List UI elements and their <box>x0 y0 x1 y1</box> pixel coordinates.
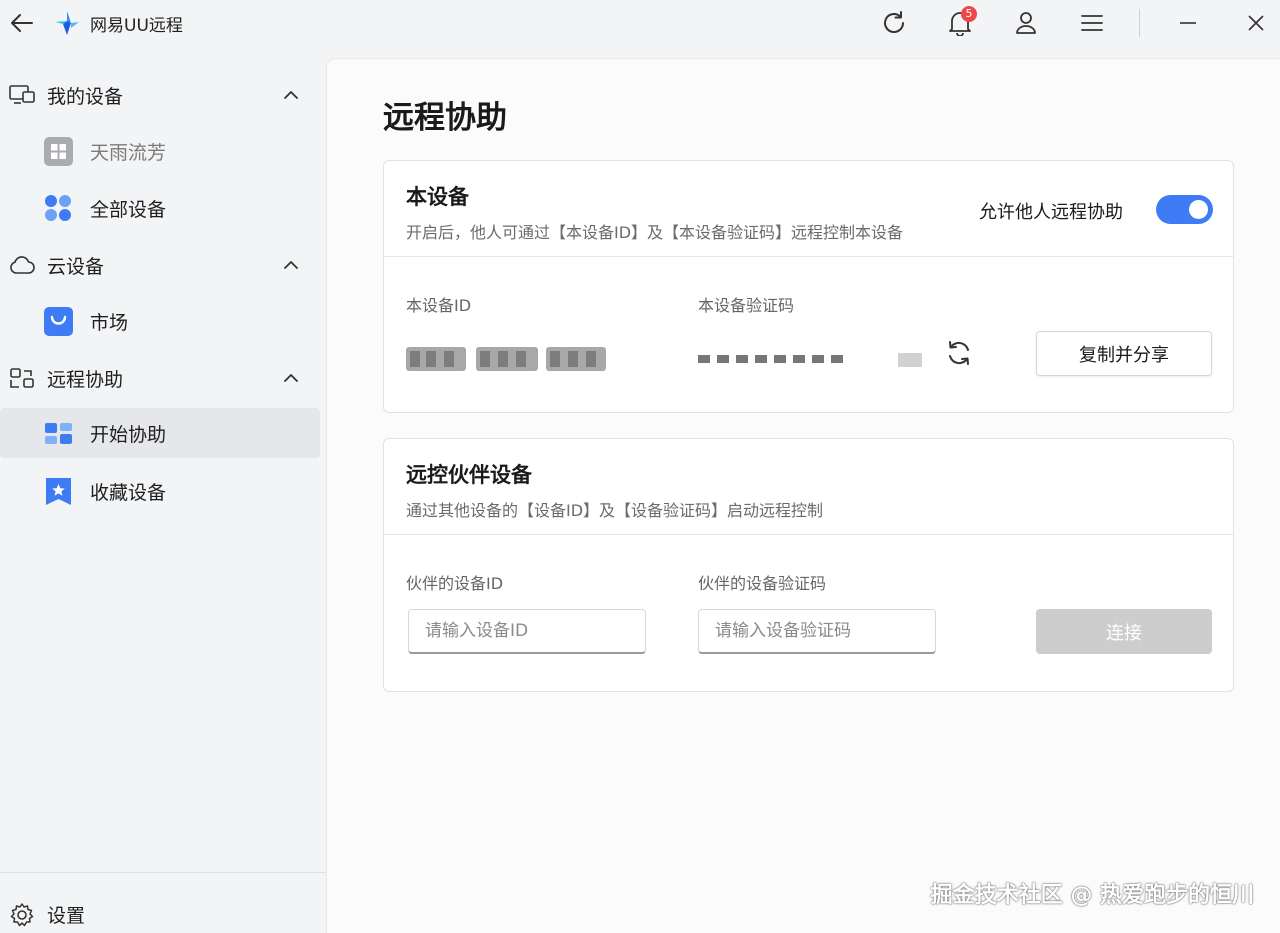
notification-badge: 5 <box>961 6 977 22</box>
cloud-icon <box>9 253 35 277</box>
user-icon <box>1016 12 1036 34</box>
partner-code-input[interactable] <box>698 609 936 654</box>
sidebar-item-label: 全部设备 <box>90 198 167 221</box>
hamburger-menu-icon <box>1081 15 1103 31</box>
shopping-bag-icon <box>44 307 73 336</box>
card-header: 本设备 开启后，他人可通过【本设备ID】及【本设备验证码】远程控制本设备 允许他… <box>384 161 1233 257</box>
sidebar-item-label: 天雨流芳 <box>90 141 167 164</box>
watermark-text: 掘金技术社区 @ 热爱跑步的恒川 <box>930 883 1254 908</box>
back-button[interactable] <box>2 3 42 43</box>
device-code-label: 本设备验证码 <box>698 296 795 315</box>
refresh-code-icon[interactable] <box>945 339 973 367</box>
notifications-button[interactable]: 5 <box>938 1 982 45</box>
sidebar-item-tianyu-liufang[interactable]: 天雨流芳 <box>0 126 320 176</box>
minimize-button[interactable] <box>1166 1 1210 45</box>
sidebar-divider <box>0 872 326 873</box>
sidebar-item-label: 市场 <box>90 311 129 334</box>
gear-icon <box>10 903 34 927</box>
close-icon <box>1248 15 1264 31</box>
sidebar-group-remote-assist[interactable]: 远程协助 <box>0 354 326 402</box>
sidebar-item-label: 开始协助 <box>90 423 167 446</box>
card-header: 远控伙伴设备 通过其他设备的【设备ID】及【设备验证码】启动远程控制 <box>384 439 1233 535</box>
start-assist-icon <box>45 423 72 444</box>
sidebar-item-label: 收藏设备 <box>90 481 167 504</box>
sidebar-item-market[interactable]: 市场 <box>0 296 320 346</box>
sidebar-group-label: 我的设备 <box>47 85 124 108</box>
sidebar-group-label: 云设备 <box>47 255 105 278</box>
sidebar-group-label: 远程协助 <box>47 368 124 391</box>
sidebar: 我的设备 天雨流芳 全部设备 云设备 市场 远程协助 开始协助 收藏设备 设置 <box>0 46 326 933</box>
sidebar-item-favorite-devices[interactable]: 收藏设备 <box>0 466 320 516</box>
device-id-label: 本设备ID <box>406 296 472 315</box>
partner-id-input[interactable] <box>408 609 646 654</box>
arrow-left-icon <box>11 14 33 32</box>
sidebar-item-all-devices[interactable]: 全部设备 <box>0 183 320 233</box>
toggle-knob <box>1189 200 1208 219</box>
card-title: 远控伙伴设备 <box>406 463 532 487</box>
devices-icon <box>9 83 35 107</box>
sidebar-group-my-devices[interactable]: 我的设备 <box>0 71 326 119</box>
copy-share-button[interactable]: 复制并分享 <box>1036 331 1212 376</box>
device-id-value-blurred <box>406 347 606 371</box>
refresh-button[interactable] <box>872 1 916 45</box>
chevron-up-icon <box>284 374 298 382</box>
page-title: 远程协助 <box>383 100 507 136</box>
partner-id-label: 伙伴的设备ID <box>406 574 504 593</box>
app-logo-icon <box>55 11 79 35</box>
this-device-card: 本设备 开启后，他人可通过【本设备ID】及【本设备验证码】远程控制本设备 允许他… <box>383 160 1234 413</box>
partner-code-label: 伙伴的设备验证码 <box>698 574 827 593</box>
close-button[interactable] <box>1234 1 1278 45</box>
card-description: 开启后，他人可通过【本设备ID】及【本设备验证码】远程控制本设备 <box>406 223 904 242</box>
settings-button[interactable]: 设置 <box>0 892 326 933</box>
card-description: 通过其他设备的【设备ID】及【设备验证码】启动远程控制 <box>406 501 824 520</box>
chevron-up-icon <box>284 91 298 99</box>
minimize-icon <box>1180 22 1196 24</box>
remote-assist-icon <box>9 366 35 390</box>
card-title: 本设备 <box>406 185 469 209</box>
sidebar-group-cloud-devices[interactable]: 云设备 <box>0 241 326 289</box>
settings-label: 设置 <box>47 904 86 927</box>
partner-device-card: 远控伙伴设备 通过其他设备的【设备ID】及【设备验证码】启动远程控制 伙伴的设备… <box>383 438 1234 692</box>
bookmark-star-icon <box>46 478 71 505</box>
app-name: 网易UU远程 <box>90 15 183 36</box>
refresh-icon <box>884 11 904 33</box>
all-devices-icon <box>45 195 71 221</box>
sidebar-item-start-assist[interactable]: 开始协助 <box>0 408 320 458</box>
main-panel: 远程协助 本设备 开启后，他人可通过【本设备ID】及【本设备验证码】远程控制本设… <box>326 58 1280 933</box>
chevron-up-icon <box>284 261 298 269</box>
account-button[interactable] <box>1004 1 1048 45</box>
device-code-value-masked <box>698 353 922 367</box>
allow-remote-assist-label: 允许他人远程协助 <box>979 202 1123 223</box>
titlebar-divider <box>1139 9 1140 37</box>
menu-button[interactable] <box>1070 1 1114 45</box>
allow-remote-assist-toggle[interactable] <box>1156 195 1213 224</box>
connect-button[interactable]: 连接 <box>1036 609 1212 654</box>
title-bar: 网易UU远程 5 <box>0 0 1280 46</box>
windows-device-icon <box>44 137 73 166</box>
